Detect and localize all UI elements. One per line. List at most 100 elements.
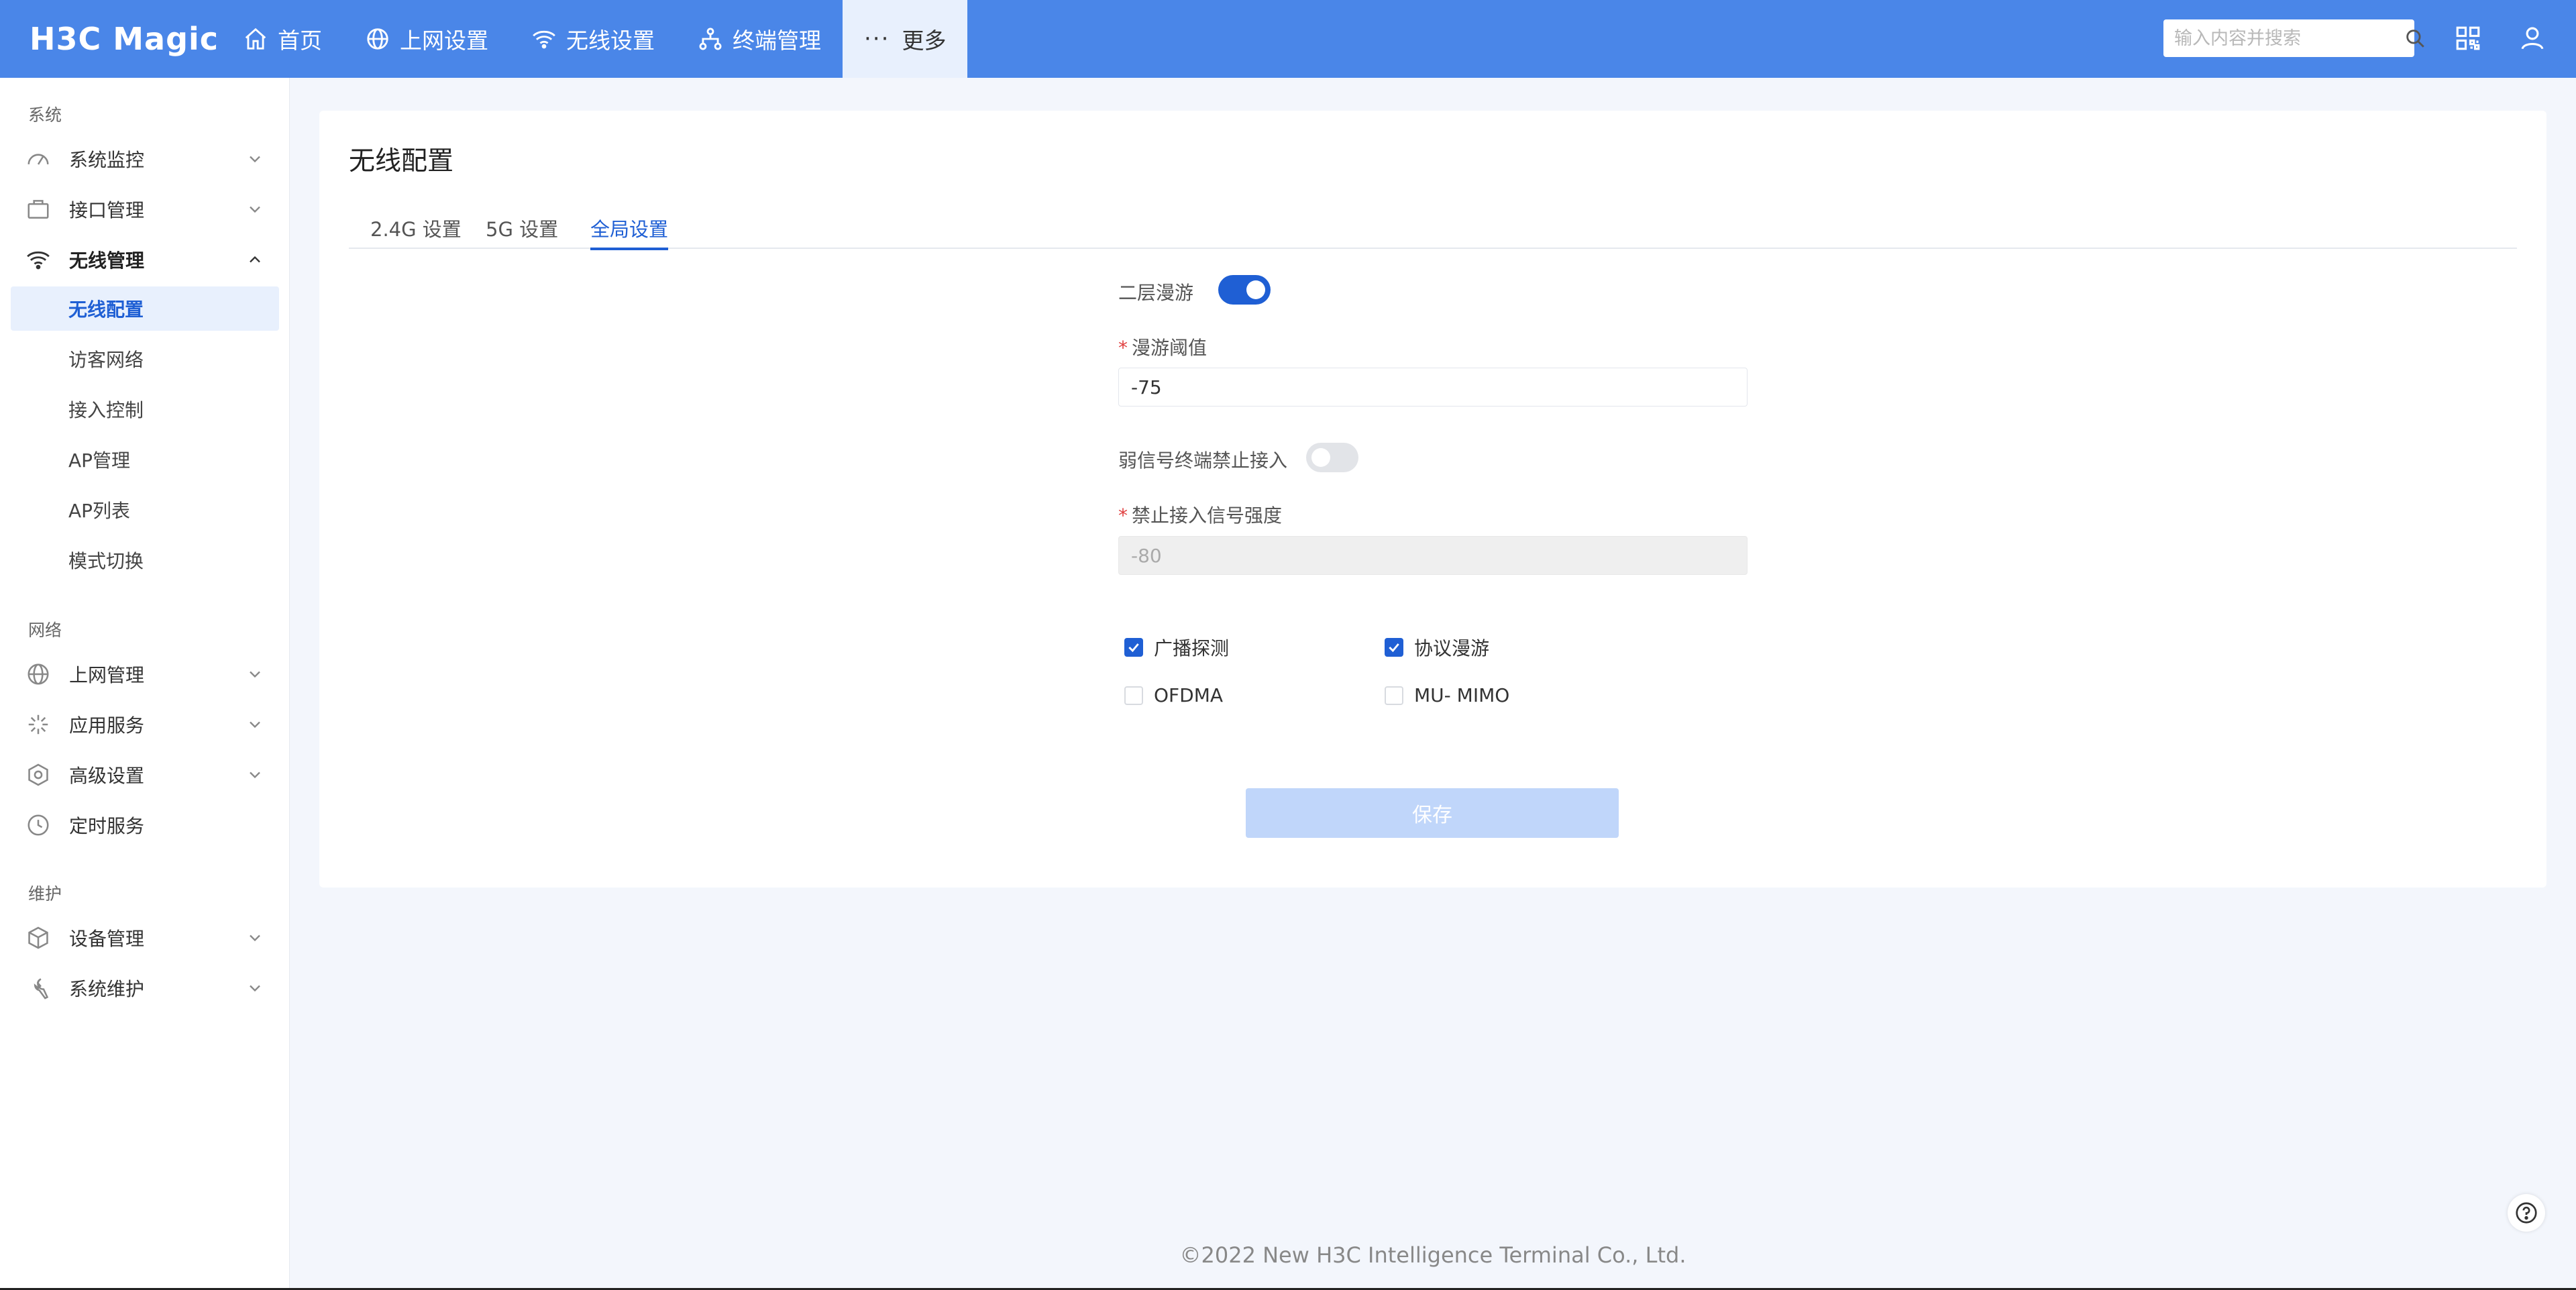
roaming-threshold-input[interactable]: -75: [1118, 368, 1748, 407]
checkbox-mu-mimo[interactable]: MU- MIMO: [1385, 684, 1509, 706]
sidebar-group-system: 系统: [28, 105, 62, 125]
checkbox-label: 协议漫游: [1414, 637, 1490, 659]
sidebar-item-label: 应用服务: [69, 714, 145, 737]
save-button[interactable]: 保存: [1246, 788, 1619, 838]
layer2-roaming-label: 二层漫游: [1118, 282, 1194, 304]
sidebar-subitem-guest-network[interactable]: 访客网络: [11, 337, 279, 381]
sidebar: 系统 系统监控 接口管理 无线管理 无线配置 访客网络 接入控制 AP管理 AP…: [0, 78, 290, 1290]
sidebar-item-label: 接口管理: [69, 199, 145, 221]
nav-item-internet[interactable]: 上网设置: [343, 0, 510, 78]
sidebar-item-label: 设备管理: [69, 928, 145, 950]
tab-5g-settings[interactable]: 5G 设置: [486, 211, 558, 249]
sidebar-item-label: 定时服务: [69, 815, 145, 837]
footer-copyright: ©2022 New H3C Intelligence Terminal Co.,…: [1179, 1242, 1686, 1268]
deny-signal-input[interactable]: -80: [1118, 536, 1748, 575]
nav-item-label: 更多: [902, 28, 947, 54]
sidebar-item-system-monitor[interactable]: 系统监控: [0, 137, 290, 181]
roaming-threshold-label: * 漫游阈值: [1118, 333, 1207, 360]
sidebar-item-label: 无线管理: [69, 250, 145, 272]
chevron-down-icon: [246, 765, 264, 784]
question-icon: [2516, 1202, 2537, 1224]
tab-2-4g-settings[interactable]: 2.4G 设置: [370, 211, 462, 249]
sidebar-item-scheduled-services[interactable]: 定时服务: [0, 803, 290, 847]
help-button[interactable]: [2508, 1194, 2545, 1232]
sidebar-subitem-ap-list[interactable]: AP列表: [11, 488, 279, 532]
chevron-down-icon: [246, 200, 264, 219]
sidebar-item-label: 系统维护: [69, 978, 145, 1000]
nav-item-label: 上网设置: [400, 28, 488, 54]
tab-bar: 2.4G 设置 5G 设置 全局设置: [349, 211, 2517, 250]
search-icon[interactable]: [2404, 27, 2426, 50]
sidebar-item-system-maintenance[interactable]: 系统维护: [0, 966, 290, 1010]
sidebar-item-device-management[interactable]: 设备管理: [0, 916, 290, 960]
qrcode-icon[interactable]: [2454, 24, 2482, 52]
more-icon: ···: [864, 25, 890, 52]
sidebar-item-advanced-settings[interactable]: 高级设置: [0, 753, 290, 797]
checkbox-unchecked-icon: [1385, 686, 1403, 705]
home-icon: [243, 26, 268, 52]
required-mark: *: [1118, 504, 1128, 527]
tab-global-settings[interactable]: 全局设置: [590, 211, 669, 250]
globe-icon: [365, 26, 390, 52]
checkbox-label: 广播探测: [1154, 637, 1230, 659]
brand-logo[interactable]: H3C Magic: [0, 0, 221, 78]
nav-item-wireless[interactable]: 无线设置: [510, 0, 676, 78]
nav-item-label: 终端管理: [733, 28, 821, 54]
sparkle-icon: [25, 712, 51, 737]
sidebar-item-label: 上网管理: [69, 664, 145, 686]
search-box: [2163, 19, 2424, 57]
cube-icon: [25, 925, 51, 951]
sidebar-item-wireless[interactable]: 无线管理: [0, 237, 290, 282]
briefcase-icon: [25, 197, 51, 222]
sidebar-subitem-wireless-config[interactable]: 无线配置: [11, 286, 279, 331]
weak-signal-label: 弱信号终端禁止接入: [1118, 449, 1288, 472]
sidebar-group-network: 网络: [28, 621, 62, 640]
clock-icon: [25, 812, 51, 838]
hexagon-gear-icon: [25, 762, 51, 788]
wifi-icon: [25, 247, 51, 272]
checkbox-checked-icon: [1385, 638, 1403, 657]
checkbox-ofdma[interactable]: OFDMA: [1124, 684, 1223, 706]
checkbox-label: MU- MIMO: [1414, 684, 1510, 706]
chevron-down-icon: [246, 979, 264, 998]
weak-signal-toggle[interactable]: [1306, 443, 1358, 472]
sidebar-subitem-ap-management[interactable]: AP管理: [11, 437, 279, 482]
chevron-down-icon: [246, 928, 264, 947]
layer2-roaming-toggle[interactable]: [1218, 275, 1271, 305]
roaming-threshold-label-text: 漫游阈值: [1132, 337, 1208, 359]
deny-signal-label: * 禁止接入信号强度: [1118, 501, 1282, 528]
page-title: 无线配置: [349, 146, 454, 176]
sidebar-item-app-services[interactable]: 应用服务: [0, 702, 290, 747]
sidebar-item-label: 高级设置: [69, 765, 145, 787]
user-icon[interactable]: [2518, 24, 2546, 52]
nav-item-label: 无线设置: [566, 28, 655, 54]
chevron-down-icon: [246, 150, 264, 168]
checkbox-label: OFDMA: [1154, 684, 1224, 706]
main-nav: 首页 上网设置 无线设置 终端管理 ··· 更多: [221, 0, 968, 78]
chevron-down-icon: [246, 715, 264, 734]
sidebar-item-label: 系统监控: [69, 149, 145, 171]
nav-item-terminal[interactable]: 终端管理: [676, 0, 843, 78]
checkbox-unchecked-icon: [1124, 686, 1143, 705]
globe-icon: [25, 661, 51, 687]
sidebar-subitem-mode-switch[interactable]: 模式切换: [11, 538, 279, 582]
sidebar-item-internet-management[interactable]: 上网管理: [0, 652, 290, 696]
checkbox-protocol-roaming[interactable]: 协议漫游: [1385, 634, 1489, 661]
deny-signal-label-text: 禁止接入信号强度: [1132, 504, 1283, 527]
toggle-knob: [1246, 280, 1265, 299]
nav-item-more[interactable]: ··· 更多: [843, 0, 968, 78]
network-icon: [698, 26, 723, 52]
nav-item-home[interactable]: 首页: [221, 0, 343, 78]
content-card: 无线配置 2.4G 设置 5G 设置 全局设置 二层漫游 * 漫游阈值 -75 弱…: [319, 111, 2546, 888]
nav-item-label: 首页: [278, 28, 322, 54]
checkbox-checked-icon: [1124, 638, 1143, 657]
sidebar-group-maintenance: 维护: [28, 884, 62, 904]
checkbox-broadcast-probe[interactable]: 广播探测: [1124, 634, 1229, 661]
sidebar-item-interface[interactable]: 接口管理: [0, 187, 290, 231]
sidebar-subitem-access-control[interactable]: 接入控制: [11, 387, 279, 431]
chevron-down-icon: [246, 665, 264, 684]
required-mark: *: [1118, 337, 1128, 359]
search-input[interactable]: [2174, 28, 2404, 49]
wrench-icon: [25, 975, 51, 1001]
top-bar: H3C Magic 首页 上网设置 无线设置 终端管理 ··· 更多 输入内容并…: [0, 0, 2576, 78]
